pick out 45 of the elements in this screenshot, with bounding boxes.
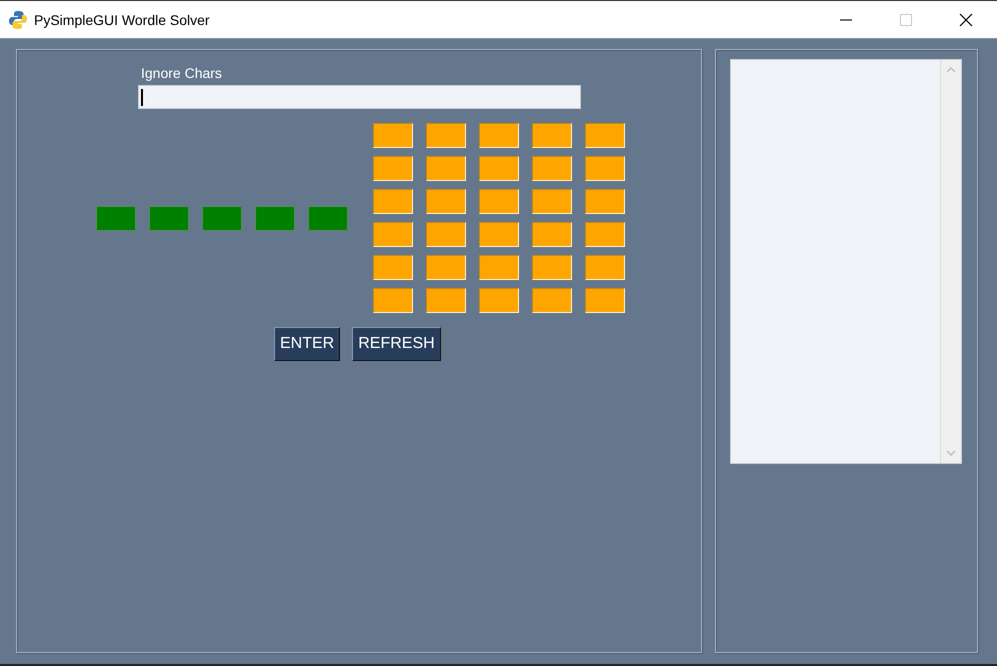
letter-tile[interactable] [373, 156, 413, 181]
scroll-down-icon[interactable] [946, 450, 956, 456]
letter-tile[interactable] [202, 206, 242, 230]
letter-tile[interactable] [479, 222, 519, 247]
letter-tile[interactable] [373, 189, 413, 214]
letter-tile[interactable] [149, 206, 189, 230]
letter-tile[interactable] [532, 255, 572, 280]
window-title: PySimpleGUI Wordle Solver [34, 12, 210, 28]
ignore-chars-label: Ignore Chars [141, 65, 223, 81]
close-icon[interactable] [959, 12, 973, 26]
letter-tile[interactable] [426, 123, 466, 148]
letter-tile[interactable] [426, 288, 466, 313]
letter-tile[interactable] [585, 189, 625, 214]
letter-tile[interactable] [479, 288, 519, 313]
letter-tile[interactable] [426, 222, 466, 247]
letter-tile[interactable] [585, 222, 625, 247]
enter-button[interactable]: ENTER [274, 327, 340, 361]
letter-tile[interactable] [373, 123, 413, 148]
letter-tile[interactable] [479, 189, 519, 214]
letter-tile[interactable] [585, 156, 625, 181]
letter-tile[interactable] [585, 288, 625, 313]
ignore-chars-field[interactable] [138, 85, 581, 109]
letter-tile[interactable] [479, 123, 519, 148]
letter-tile[interactable] [479, 255, 519, 280]
python-logo-icon [8, 10, 28, 30]
letter-tile[interactable] [585, 255, 625, 280]
letter-tile[interactable] [532, 189, 572, 214]
letter-tile[interactable] [373, 288, 413, 313]
letter-tile[interactable] [532, 288, 572, 313]
letter-tile[interactable] [532, 222, 572, 247]
letter-tile[interactable] [426, 156, 466, 181]
scroll-up-icon[interactable] [946, 67, 956, 73]
scrollbar[interactable] [940, 60, 961, 463]
letter-tile[interactable] [373, 222, 413, 247]
letter-tile[interactable] [96, 206, 136, 230]
letter-tile[interactable] [255, 206, 295, 230]
letter-tile[interactable] [308, 206, 348, 230]
letter-tile[interactable] [479, 156, 519, 181]
letter-tile[interactable] [426, 189, 466, 214]
letter-tile[interactable] [585, 123, 625, 148]
letter-tile[interactable] [373, 255, 413, 280]
letter-tile[interactable] [532, 156, 572, 181]
refresh-button[interactable]: REFRESH [352, 327, 441, 361]
letter-tile[interactable] [532, 123, 572, 148]
letter-tile[interactable] [426, 255, 466, 280]
